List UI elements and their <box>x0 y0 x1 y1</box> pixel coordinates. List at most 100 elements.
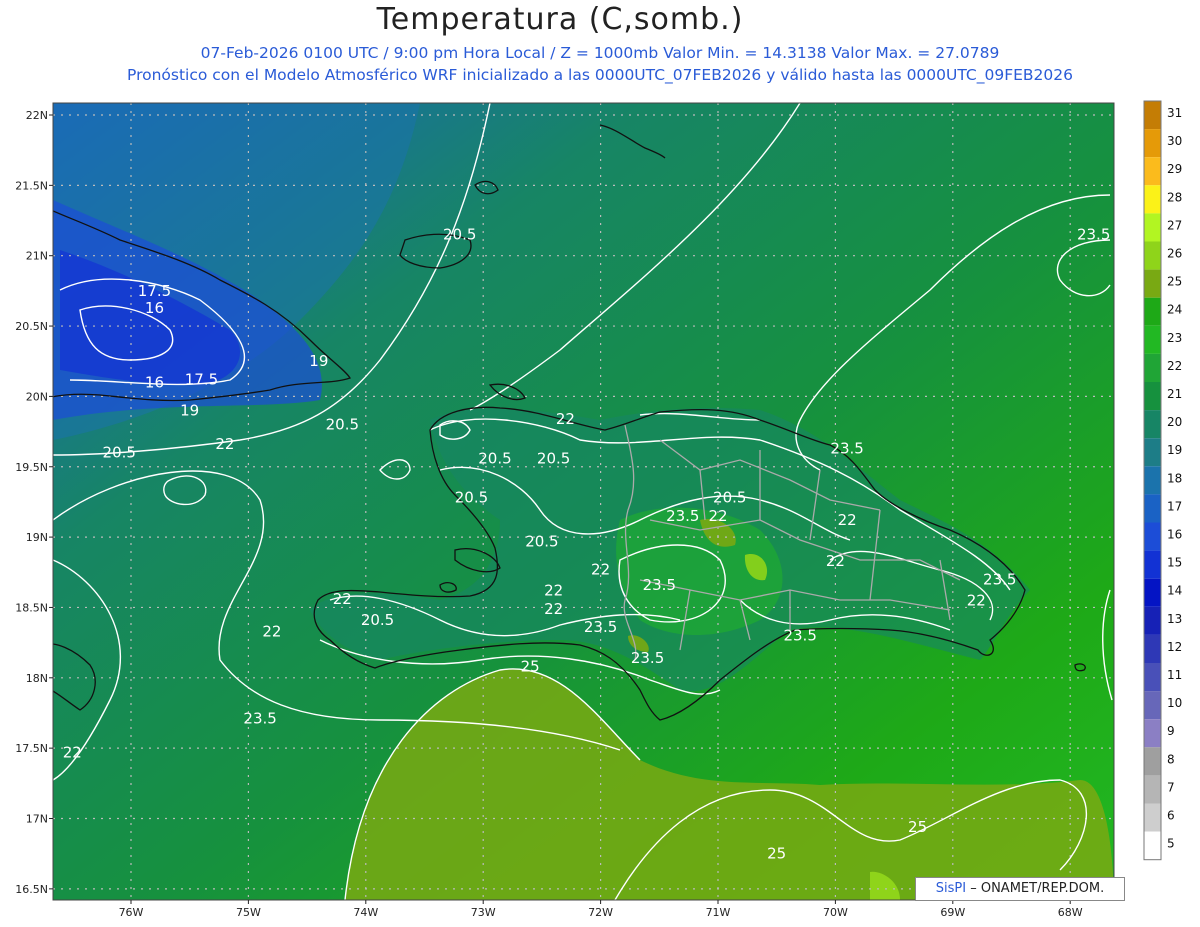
contour-label: 22 <box>262 622 281 640</box>
colorbar-swatch <box>1144 269 1161 298</box>
contour-label: 23.5 <box>983 570 1016 588</box>
colorbar-label: 21 <box>1167 387 1182 401</box>
colorbar-label: 12 <box>1167 640 1182 654</box>
colorbar-label: 25 <box>1167 275 1182 289</box>
colorbar-swatch <box>1144 831 1161 860</box>
colorbar-label: 24 <box>1167 303 1182 317</box>
colorbar: 31 30 29 28 27 26 25 24 23 22 21 20 19 18 17 16 15 14 13 12… <box>1143 100 1182 861</box>
contour-label: 22 <box>591 560 610 578</box>
colorbar-label: 19 <box>1167 443 1182 457</box>
longitude-label: 74W <box>353 906 378 919</box>
contour-label: 23.5 <box>666 507 699 525</box>
temperature-map: 22N 21.5N 21N 20.5N 20N 19.5N 19N 18.5N 18N 17.5N… <box>15 100 1182 919</box>
colorbar-swatch <box>1144 691 1161 720</box>
colorbar-swatch <box>1144 494 1161 523</box>
latitude-label: 17N <box>26 813 48 826</box>
colorbar-swatch <box>1144 157 1161 186</box>
colorbar-swatch <box>1144 410 1161 439</box>
contour-label: 20.5 <box>537 449 570 467</box>
latitude-label: 22N <box>26 109 48 122</box>
colorbar-label: 17 <box>1167 499 1182 513</box>
colorbar-swatch <box>1144 522 1161 551</box>
colorbar-label: 8 <box>1167 752 1175 766</box>
contour-label: 20.5 <box>478 449 511 467</box>
contour-label: 16 <box>145 299 164 317</box>
colorbar-swatch <box>1144 241 1161 270</box>
contour-label: 23.5 <box>643 576 676 594</box>
contour-label: 22 <box>63 743 82 761</box>
colorbar-swatch <box>1144 466 1161 495</box>
longitude-label: 69W <box>940 906 965 919</box>
latitude-labels: 22N 21.5N 21N 20.5N 20N 19.5N 19N 18.5N 18N 17.5N… <box>15 109 53 896</box>
colorbar-swatch <box>1144 634 1161 663</box>
colorbar-swatch <box>1144 297 1161 326</box>
colorbar-label: 5 <box>1167 837 1175 851</box>
colorbar-label: 31 <box>1167 106 1182 120</box>
colorbar-swatch <box>1144 747 1161 776</box>
longitude-label: 76W <box>119 906 144 919</box>
contour-label: 22 <box>544 600 563 618</box>
contour-label: 20.5 <box>103 444 136 462</box>
colorbar-swatch <box>1144 550 1161 579</box>
colorbar-label: 26 <box>1167 247 1182 261</box>
contour-label: 23.5 <box>783 627 816 645</box>
colorbar-label: 20 <box>1167 415 1182 429</box>
longitude-label: 75W <box>236 906 261 919</box>
colorbar-label: 27 <box>1167 218 1182 232</box>
colorbar-label: 11 <box>1167 668 1182 682</box>
contour-label: 20.5 <box>713 489 746 507</box>
contour-label: 22 <box>333 590 352 608</box>
latitude-label: 19N <box>26 531 48 544</box>
contour-label: 25 <box>767 845 786 863</box>
colorbar-swatch <box>1144 438 1161 467</box>
latitude-label: 17.5N <box>15 742 48 755</box>
contour-label: 23.5 <box>584 618 617 636</box>
contour-label: 25 <box>521 658 540 676</box>
colorbar-label: 18 <box>1167 471 1182 485</box>
longitude-label: 71W <box>706 906 731 919</box>
colorbar-label: 30 <box>1167 134 1182 148</box>
field-layer <box>53 103 1114 900</box>
colorbar-swatch <box>1144 325 1161 354</box>
latitude-label: 19.5N <box>15 461 48 474</box>
contour-label: 23.5 <box>243 710 276 728</box>
sispi-logo: SisPI <box>935 881 967 896</box>
colorbar-label: 10 <box>1167 696 1182 710</box>
contour-label: 22 <box>708 507 727 525</box>
colorbar-label: 15 <box>1167 556 1182 570</box>
colorbar-label: 9 <box>1167 724 1175 738</box>
contour-label: 23.5 <box>1077 226 1110 244</box>
latitude-label: 20.5N <box>15 320 48 333</box>
colorbar-swatch <box>1144 353 1161 382</box>
contour-label: 22 <box>215 435 234 453</box>
colorbar-label: 6 <box>1167 809 1175 823</box>
contour-label: 20.5 <box>361 611 394 629</box>
latitude-label: 20N <box>26 390 48 403</box>
longitude-labels: 76W 75W 74W 73W 72W 71W 70W 69W 68W <box>119 900 1083 919</box>
contour-label: 23.5 <box>631 649 664 667</box>
latitude-label: 18.5N <box>15 601 48 614</box>
colorbar-swatch <box>1144 775 1161 804</box>
longitude-label: 68W <box>1058 906 1083 919</box>
colorbar-label: 14 <box>1167 584 1182 598</box>
colorbar-swatch <box>1144 185 1161 214</box>
colorbar-swatch <box>1144 213 1161 242</box>
contour-label: 22 <box>544 582 563 600</box>
contour-label: 16 <box>145 373 164 391</box>
colorbar-label: 7 <box>1167 780 1175 794</box>
contour-label: 22 <box>556 410 575 428</box>
longitude-label: 72W <box>588 906 613 919</box>
latitude-label: 16.5N <box>15 883 48 896</box>
contour-label: 20.5 <box>455 489 488 507</box>
colorbar-swatch <box>1144 578 1161 607</box>
contour-label: 20.5 <box>443 226 476 244</box>
colorbar-swatch <box>1144 663 1161 692</box>
contour-label: 22 <box>826 552 845 570</box>
contour-label: 17.5 <box>185 371 218 389</box>
colorbar-swatch <box>1144 803 1161 832</box>
colorbar-label: 23 <box>1167 331 1182 345</box>
contour-label: 22 <box>967 591 986 609</box>
contour-label: 17.5 <box>138 282 171 300</box>
credit-text: – ONAMET/REP.DOM. <box>966 881 1105 896</box>
latitude-label: 21.5N <box>15 179 48 192</box>
